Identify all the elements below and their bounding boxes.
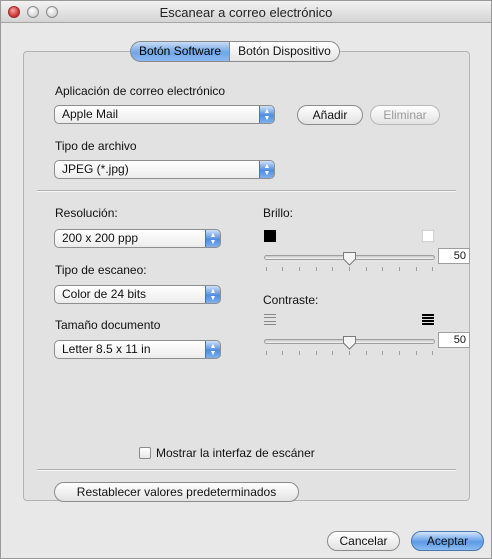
popup-arrows-icon: ▲ ▼	[205, 230, 220, 247]
restore-defaults-button[interactable]: Restablecer valores predeterminados	[54, 482, 299, 502]
cancel-button[interactable]: Cancelar	[327, 531, 400, 551]
tab-bar: Botón Software Botón Dispositivo	[130, 41, 340, 62]
file-type-label: Tipo de archivo	[55, 139, 137, 153]
contrast-label: Contraste:	[263, 293, 319, 307]
section-divider	[37, 469, 456, 471]
document-size-select[interactable]: Letter 8.5 x 11 in ▲ ▼	[54, 340, 221, 359]
email-app-value: Apple Mail	[62, 107, 119, 121]
brightness-value-field[interactable]: 50	[438, 248, 470, 264]
brightness-slider-ticks	[266, 267, 433, 272]
add-button[interactable]: Añadir	[297, 105, 363, 125]
resolution-value: 200 x 200 ppp	[62, 231, 139, 245]
brightness-label: Brillo:	[263, 206, 294, 220]
contrast-slider-thumb[interactable]	[342, 335, 357, 350]
show-interface-checkbox[interactable]	[139, 447, 151, 459]
file-type-select[interactable]: JPEG (*.jpg) ▲ ▼	[54, 160, 275, 179]
section-divider	[37, 190, 456, 192]
popup-arrows-icon: ▲ ▼	[259, 106, 274, 123]
high-contrast-icon	[422, 314, 434, 325]
accept-button[interactable]: Aceptar	[411, 531, 484, 551]
document-size-value: Letter 8.5 x 11 in	[62, 342, 151, 356]
scan-type-value: Color de 24 bits	[62, 287, 147, 301]
low-contrast-icon	[264, 314, 276, 325]
window-title: Escanear a correo electrónico	[159, 5, 333, 20]
popup-arrows-icon: ▲ ▼	[259, 161, 274, 178]
scan-type-select[interactable]: Color de 24 bits ▲ ▼	[54, 285, 221, 304]
show-interface-label[interactable]: Mostrar la interfaz de escáner	[156, 446, 315, 460]
contrast-slider-ticks	[266, 351, 433, 356]
brightness-slider-thumb[interactable]	[342, 251, 357, 266]
scan-type-label: Tipo de escaneo:	[55, 263, 147, 277]
remove-button[interactable]: Eliminar	[370, 105, 440, 125]
light-swatch-icon	[422, 230, 434, 242]
contrast-value-field[interactable]: 50	[438, 332, 470, 348]
popup-arrows-icon: ▲ ▼	[205, 286, 220, 303]
tab-boton-software[interactable]: Botón Software	[130, 41, 231, 62]
title-bar: Escanear a correo electrónico	[1, 1, 491, 23]
popup-arrows-icon: ▲ ▼	[205, 341, 220, 358]
email-app-select[interactable]: Apple Mail ▲ ▼	[54, 105, 275, 124]
dark-swatch-icon	[264, 230, 276, 242]
resolution-select[interactable]: 200 x 200 ppp ▲ ▼	[54, 229, 221, 248]
resolution-label: Resolución:	[55, 206, 118, 220]
scan-to-email-window: Escanear a correo electrónico Botón Soft…	[0, 0, 492, 559]
email-app-label: Aplicación de correo electrónico	[55, 84, 226, 98]
tab-boton-dispositivo[interactable]: Botón Dispositivo	[230, 41, 340, 62]
file-type-value: JPEG (*.jpg)	[62, 162, 129, 176]
document-size-label: Tamaño documento	[55, 318, 161, 332]
